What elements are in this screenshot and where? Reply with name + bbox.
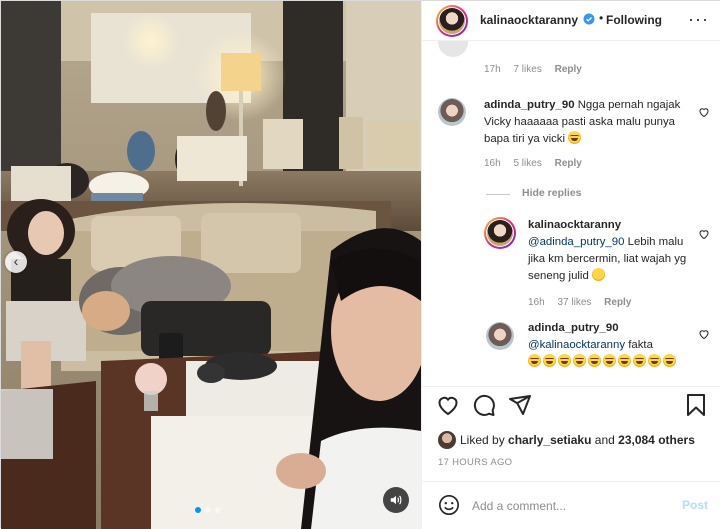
author-username[interactable]: kalinaocktaranny <box>480 13 578 27</box>
liker-avatar[interactable] <box>438 431 456 449</box>
carousel-dot <box>215 507 221 513</box>
sound-icon <box>390 495 402 505</box>
commenter-username[interactable]: adinda_putry_90 <box>484 99 575 111</box>
reply-time: 16h <box>528 297 545 308</box>
reply-body: kalinaocktaranny @adinda_putry_90 Lebih … <box>528 217 693 285</box>
post-panel: kalinaocktaranny • Following ··· 17h 7 l… <box>421 1 720 529</box>
liked-by-user[interactable]: charly_setiaku <box>508 433 591 447</box>
header-separator: • <box>599 11 604 25</box>
bookmark-icon[interactable] <box>684 393 708 417</box>
commenter-avatar[interactable] <box>438 98 466 126</box>
carousel-prev-button[interactable]: ‹ <box>5 251 27 273</box>
tears-of-joy-emoji <box>663 354 676 367</box>
post-actions: Liked by charly_setiaku and 23,084 other… <box>422 386 720 481</box>
reply-meta: 16h 37 likes Reply <box>528 297 641 308</box>
reply-button[interactable]: Reply <box>604 297 631 308</box>
tears-of-joy-emoji <box>573 354 586 367</box>
carousel-indicator <box>195 507 221 513</box>
grinning-sweat-emoji <box>568 131 582 144</box>
tears-of-joy-emoji <box>648 354 661 367</box>
tears-of-joy-emoji <box>588 354 601 367</box>
heart-icon[interactable] <box>436 393 460 417</box>
carousel-dot <box>205 507 211 513</box>
comment-composer: Post <box>422 481 720 529</box>
post-comment-button[interactable]: Post <box>682 498 708 512</box>
reply-like-heart-icon[interactable] <box>698 228 710 240</box>
reply-button[interactable]: Reply <box>555 158 582 169</box>
reply-author-avatar[interactable] <box>486 322 514 350</box>
sound-toggle-button[interactable] <box>383 487 409 513</box>
reply-author-avatar[interactable] <box>484 217 516 249</box>
hide-replies-line <box>486 194 510 195</box>
comments-list[interactable]: 17h 7 likes Reply adinda_putry_90 Ngga p… <box>422 41 720 386</box>
reply-mention[interactable]: @kalinaocktaranny <box>528 339 625 351</box>
hide-replies-button[interactable]: Hide replies <box>522 187 582 199</box>
more-options-icon[interactable]: ··· <box>688 9 709 30</box>
comment-body: adinda_putry_90 Ngga pernah ngajak Vicky… <box>484 97 684 148</box>
liked-by-and: and <box>594 433 615 447</box>
reply-likes[interactable]: 37 likes <box>557 297 591 308</box>
reply-text: fakta <box>628 339 653 351</box>
reply-username[interactable]: adinda_putry_90 <box>528 322 619 334</box>
comment-likes[interactable]: 7 likes <box>513 64 541 75</box>
tears-of-joy-emoji <box>633 354 646 367</box>
tears-of-joy-emoji <box>528 354 541 367</box>
comment-time: 16h <box>484 158 501 169</box>
comment-meta: 17h 7 likes Reply <box>484 64 592 75</box>
reply-button[interactable]: Reply <box>555 64 582 75</box>
post-timestamp[interactable]: 17 HOURS AGO <box>438 457 512 468</box>
tears-of-joy-emoji <box>558 354 571 367</box>
instagram-post-frame: ‹ kalinaocktaranny • Following ··· 17h 7… <box>0 0 720 529</box>
likes-count[interactable]: 23,084 others <box>618 433 695 447</box>
share-icon[interactable] <box>508 393 532 417</box>
tears-of-joy-emoji-row <box>528 354 678 368</box>
tears-of-joy-emoji <box>543 354 556 367</box>
liked-by-summary: Liked by charly_setiaku and 23,084 other… <box>460 433 695 447</box>
comment-time: 17h <box>484 64 501 75</box>
post-photo[interactable]: ‹ <box>1 1 421 529</box>
comment-meta: 16h 5 likes Reply <box>484 158 592 169</box>
post-header: kalinaocktaranny • Following ··· <box>422 1 720 41</box>
comment-like-heart-icon[interactable] <box>698 106 710 118</box>
reply-mention[interactable]: @adinda_putry_90 <box>528 236 624 248</box>
tears-of-joy-emoji <box>618 354 631 367</box>
carousel-dot-active <box>195 507 201 513</box>
partial-avatar <box>438 41 468 57</box>
following-button[interactable]: Following <box>606 13 662 27</box>
photo-scene <box>1 1 421 529</box>
reply-body: adinda_putry_90 @kalinaocktaranny fakta <box>528 320 693 371</box>
smiling-face-emoji <box>591 268 605 281</box>
comment-icon[interactable] <box>472 393 496 417</box>
tears-of-joy-emoji <box>603 354 616 367</box>
author-avatar[interactable] <box>436 5 468 37</box>
reply-like-heart-icon[interactable] <box>698 328 710 340</box>
reply-username[interactable]: kalinaocktaranny <box>528 219 621 231</box>
liked-by-prefix: Liked by <box>460 433 505 447</box>
verified-badge-icon <box>583 13 595 25</box>
comment-likes[interactable]: 5 likes <box>513 158 541 169</box>
comment-input[interactable] <box>472 496 662 516</box>
chevron-left-icon: ‹ <box>13 253 19 269</box>
emoji-icon[interactable] <box>438 494 460 516</box>
